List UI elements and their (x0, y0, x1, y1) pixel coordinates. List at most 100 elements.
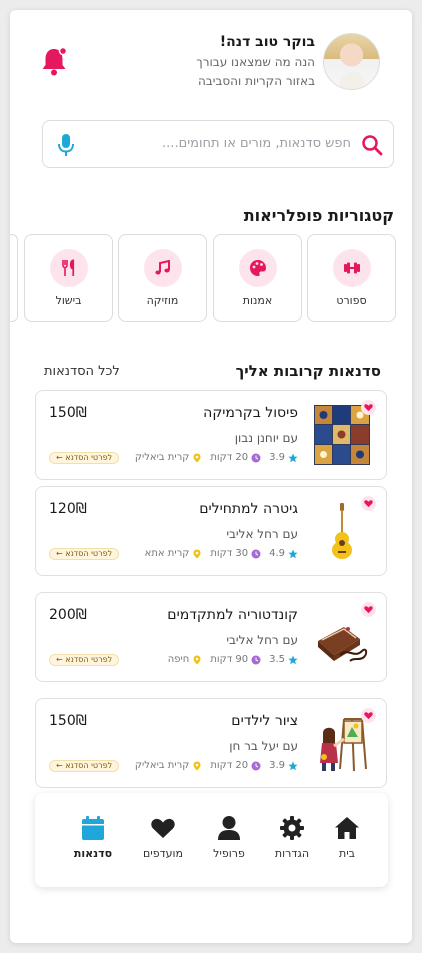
location-value: קרית ביאליק (134, 452, 190, 463)
duration-value: 90 דקות (210, 654, 249, 665)
heart-icon (364, 404, 373, 412)
workshop-card[interactable]: ציור לילדים עם יעל בר חן 3.9 20 דקות קרי… (35, 698, 387, 788)
workshop-details-button[interactable]: לפרטי הסדנא ← (49, 452, 120, 464)
favorite-button[interactable] (361, 400, 376, 415)
gear-icon (280, 816, 304, 840)
category-cooking[interactable]: בישול (24, 234, 113, 322)
nav-label: סדנאות (73, 847, 113, 860)
rating-value: 3.5 (269, 654, 285, 665)
rating-value: 4.9 (269, 548, 285, 559)
categories-title: קטגוריות פופלריאות (243, 206, 394, 225)
star-icon (288, 549, 298, 558)
star-icon (288, 761, 298, 770)
nav-profile[interactable]: פרופיל (199, 815, 259, 860)
heart-icon (364, 606, 373, 614)
duration-value: 20 דקות (210, 760, 249, 771)
cake-thumb-image (318, 627, 368, 662)
search-icon[interactable] (361, 134, 383, 156)
workshop-price: 150₪ (49, 713, 87, 729)
duration-value: 20 דקות (210, 452, 249, 463)
nav-label: הגדרות (274, 847, 310, 860)
category-partial[interactable] (10, 234, 18, 322)
workshop-card[interactable]: גיטרה למתחילים עם רחל אליבי 4.9 30 דקות … (35, 486, 387, 576)
category-art[interactable]: אמנות (213, 234, 302, 322)
category-sport[interactable]: ספורט (307, 234, 396, 322)
clock-icon (251, 761, 261, 770)
rating: 3.9 (269, 452, 298, 463)
greeting-block: בוקר טוב דנה! הנה מה שמצאנו עבורך באזור … (196, 34, 315, 91)
nav-label: מועדפים (143, 847, 183, 860)
clock-icon (251, 453, 261, 462)
workshop-name: קונדטוריה למתקדמים (167, 607, 298, 623)
favorite-button[interactable] (361, 496, 376, 511)
rating: 4.9 (269, 548, 298, 559)
favorite-button[interactable] (361, 602, 376, 617)
star-icon (288, 453, 298, 462)
star-icon (288, 655, 298, 664)
mic-icon[interactable] (57, 133, 75, 157)
category-icon-bg (143, 249, 182, 287)
greeting-subtitle-2: באזור הקריות והסביבה (197, 74, 315, 88)
bell-icon[interactable] (40, 46, 68, 76)
workshop-price: 150₪ (49, 405, 87, 421)
duration-value: 30 דקות (210, 548, 249, 559)
heart-icon (364, 712, 373, 720)
duration: 90 דקות (210, 654, 261, 665)
location-value: חיפה (167, 654, 190, 665)
heart-icon (151, 818, 175, 838)
workshop-teacher: עם רחל אליבי (226, 527, 298, 541)
workshop-details-button[interactable]: לפרטי הסדנא ← (49, 760, 120, 772)
category-icon-bg (332, 249, 371, 287)
category-icon-bg (238, 249, 277, 287)
calendar-icon (82, 816, 104, 840)
workshop-card[interactable]: קונדטוריה למתקדמים עם רחל אליבי 3.5 90 ד… (35, 592, 387, 682)
rating-value: 3.9 (269, 452, 285, 463)
palette-icon (249, 260, 266, 276)
workshop-name: גיטרה למתחילים (199, 501, 298, 517)
location: קרית אתא (145, 548, 203, 559)
workshop-details-button[interactable]: לפרטי הסדנא ← (49, 548, 120, 560)
rating: 3.9 (269, 760, 298, 771)
category-icon-bg (49, 249, 88, 287)
workshop-card[interactable]: פיסול בקרמיקה עם יוחנן נבון 3.9 20 דקות … (35, 390, 387, 480)
search-input[interactable]: חפש סדנאות, מורים או תחומים.... (162, 136, 351, 151)
painting-thumb-image (320, 718, 367, 772)
app-screen: בוקר טוב דנה! הנה מה שמצאנו עבורך באזור … (10, 10, 412, 943)
workshops-title: סדנאות קרובות אליך (235, 362, 381, 380)
pin-icon (193, 761, 201, 770)
nav-workshops[interactable]: סדנאות (63, 815, 123, 860)
category-label: מוזיקה (146, 294, 179, 307)
nav-home[interactable]: בית (317, 815, 377, 860)
nav-settings[interactable]: הגדרות (262, 815, 322, 860)
pin-icon (193, 655, 201, 664)
nav-label: בית (338, 847, 356, 860)
workshop-meta: 3.5 90 דקות חיפה (168, 654, 298, 665)
category-music[interactable]: מוזיקה (118, 234, 207, 322)
workshop-name: ציור לילדים (231, 713, 298, 729)
see-all-link[interactable]: לכל הסדנאות (44, 364, 120, 379)
location: חיפה (168, 654, 203, 665)
dumbbell-icon (343, 262, 360, 274)
workshop-teacher: עם יוחנן נבון (234, 431, 298, 445)
rating-value: 3.9 (269, 760, 285, 771)
nav-favorites[interactable]: מועדפים (133, 815, 193, 860)
rating: 3.5 (269, 654, 298, 665)
workshop-teacher: עם יעל בר חן (229, 739, 298, 753)
favorite-button[interactable] (361, 708, 376, 723)
avatar[interactable] (323, 33, 380, 90)
workshop-details-button[interactable]: לפרטי הסדנא ← (49, 654, 120, 666)
clock-icon (251, 655, 261, 664)
location: קרית ביאליק (135, 452, 202, 463)
workshop-name: פיסול בקרמיקה (203, 405, 298, 421)
search-bar[interactable]: חפש סדנאות, מורים או תחומים.... (42, 120, 394, 168)
music-icon (154, 259, 170, 275)
workshop-meta: 3.9 20 דקות קרית ביאליק (135, 452, 298, 463)
workshop-price: 120₪ (49, 501, 87, 517)
location-value: קרית ביאליק (134, 760, 190, 771)
utensils-icon (61, 259, 74, 276)
ceramic-thumb-image (314, 405, 370, 465)
workshop-price: 200₪ (49, 607, 87, 623)
category-label: אמנות (242, 294, 273, 307)
workshop-meta: 3.9 20 דקות קרית ביאליק (135, 760, 298, 771)
nav-label: פרופיל (213, 847, 245, 860)
